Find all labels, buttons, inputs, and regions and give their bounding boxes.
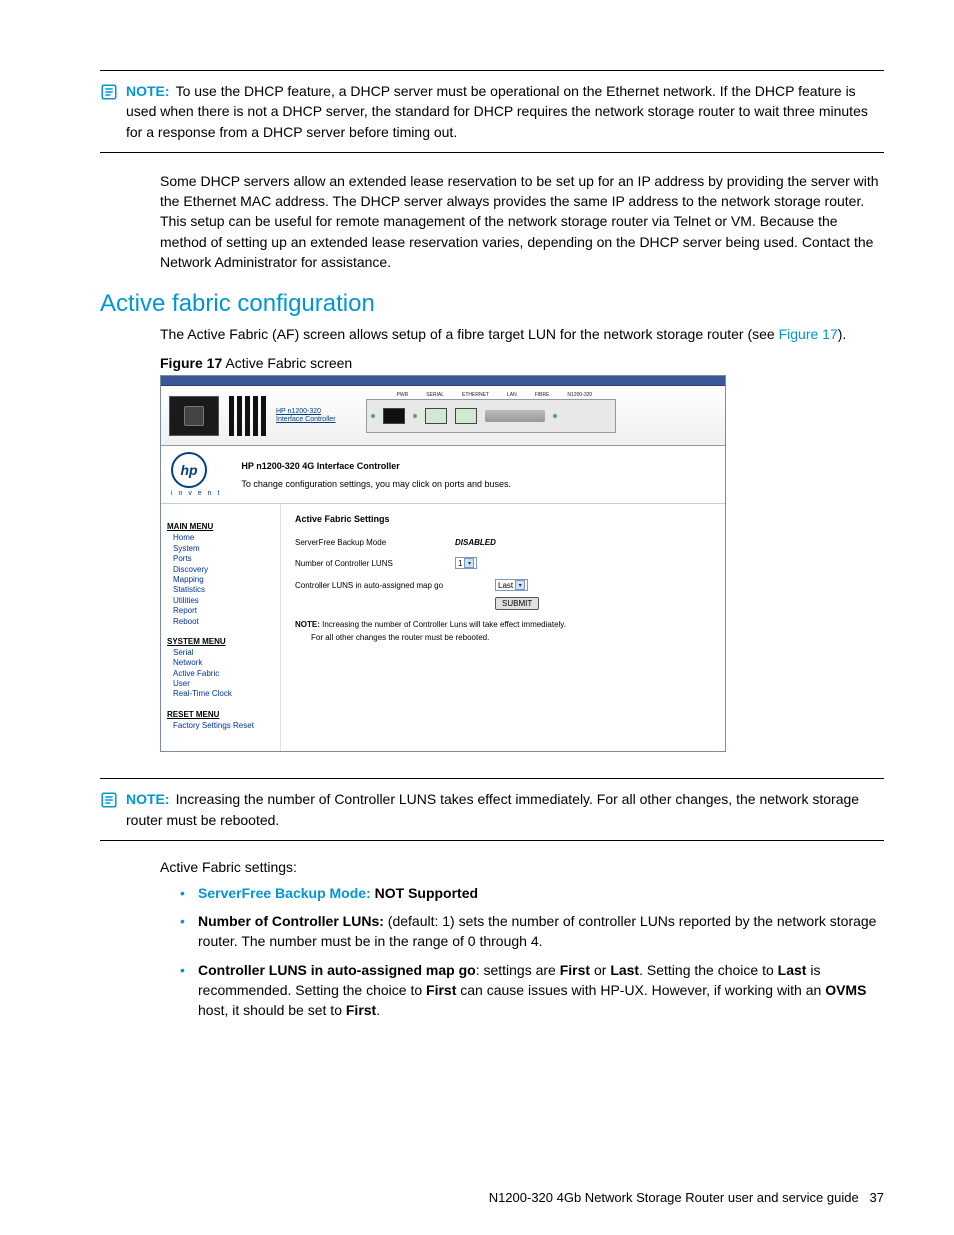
- note-text: NOTE:Increasing the number of Controller…: [126, 789, 884, 830]
- menu-factory-reset[interactable]: Factory Settings Reset: [173, 721, 274, 731]
- row-serverfree-value: DISABLED: [455, 538, 496, 547]
- menu-system[interactable]: System: [173, 544, 274, 554]
- ss-product-sub: To change configuration settings, you ma…: [241, 479, 511, 489]
- intro-a: The Active Fabric (AF) screen allows set…: [160, 326, 779, 342]
- menu-discovery[interactable]: Discovery: [173, 565, 274, 575]
- b2-label: Number of Controller LUNs:: [198, 913, 384, 929]
- ss-window-bar: [161, 376, 725, 386]
- ss-note-bold: NOTE:: [295, 620, 320, 629]
- menu-statistics[interactable]: Statistics: [173, 585, 274, 595]
- note-icon: [100, 791, 118, 809]
- note-body: Increasing the number of Controller LUNS…: [126, 791, 859, 827]
- bullet-serverfree: ServerFree Backup Mode: NOT Supported: [180, 883, 884, 903]
- note-text: NOTE:To use the DHCP feature, a DHCP ser…: [126, 81, 884, 142]
- menu-mapping[interactable]: Mapping: [173, 575, 274, 585]
- footer-page: 37: [870, 1190, 884, 1205]
- section-intro: The Active Fabric (AF) screen allows set…: [160, 324, 884, 345]
- bullet-luns: Number of Controller LUNs: (default: 1) …: [180, 911, 884, 952]
- menu-report[interactable]: Report: [173, 606, 274, 616]
- row-luns-label: Number of Controller LUNS: [295, 559, 455, 568]
- ss-note: NOTE: Increasing the number of Controlle…: [295, 620, 711, 629]
- b1-label: ServerFree Backup Mode:: [198, 885, 371, 901]
- ss-banner: HP n1200-320Interface Controller PWR SER…: [161, 386, 725, 446]
- settings-list: ServerFree Backup Mode: NOT Supported Nu…: [180, 883, 884, 1021]
- ss-product-title: HP n1200-320 4G Interface Controller: [241, 461, 511, 471]
- menu-serial[interactable]: Serial: [173, 648, 274, 658]
- menu-title-reset: RESET MENU: [167, 710, 274, 719]
- section-title: Active fabric configuration: [100, 290, 884, 318]
- chevron-down-icon: ▾: [464, 558, 474, 568]
- hp-invent-text: i n v e n t: [171, 490, 221, 497]
- ss-content: Active Fabric Settings ServerFree Backup…: [281, 504, 725, 751]
- ss-header-row: hp i n v e n t HP n1200-320 4G Interface…: [161, 446, 725, 504]
- b3-label: Controller LUNS in auto-assigned map go: [198, 962, 476, 978]
- note-label: NOTE:: [126, 83, 170, 99]
- settings-intro: Active Fabric settings:: [160, 859, 884, 875]
- mapgo-select-value: Last: [498, 581, 513, 590]
- bullet-mapgo: Controller LUNS in auto-assigned map go:…: [180, 960, 884, 1021]
- ss-content-title: Active Fabric Settings: [295, 514, 711, 524]
- ss-note-rest: Increasing the number of Controller Luns…: [320, 620, 566, 629]
- chevron-down-icon: ▾: [515, 580, 525, 590]
- note-icon: [100, 83, 118, 101]
- figure-link[interactable]: Figure 17: [779, 326, 838, 342]
- page-footer: N1200-320 4Gb Network Storage Router use…: [489, 1190, 884, 1205]
- menu-active-fabric[interactable]: Active Fabric: [173, 669, 274, 679]
- b1-value: NOT Supported: [371, 885, 478, 901]
- ss-note2: For all other changes the router must be…: [295, 633, 711, 642]
- mapgo-select[interactable]: Last ▾: [495, 579, 528, 591]
- luns-select[interactable]: 1 ▾: [455, 557, 477, 569]
- menu-ports[interactable]: Ports: [173, 554, 274, 564]
- menu-real-time-clock[interactable]: Real-Time Clock: [173, 689, 274, 699]
- submit-button[interactable]: SUBMIT: [495, 597, 539, 610]
- ss-banner-labels: HP n1200-320Interface Controller: [276, 408, 336, 423]
- note-body: To use the DHCP feature, a DHCP server m…: [126, 83, 868, 140]
- figure-caption: Figure 17 Active Fabric screen: [160, 355, 884, 371]
- menu-user[interactable]: User: [173, 679, 274, 689]
- row-serverfree-label: ServerFree Backup Mode: [295, 538, 455, 547]
- note-block-dhcp: NOTE:To use the DHCP feature, a DHCP ser…: [100, 81, 884, 142]
- row-mapgo-label: Controller LUNS in auto-assigned map go: [295, 581, 495, 590]
- paragraph-dhcp-lease: Some DHCP servers allow an extended leas…: [160, 171, 884, 272]
- figure-text: Active Fabric screen: [222, 355, 352, 371]
- hp-logo-icon: hp: [171, 452, 207, 488]
- menu-utilities[interactable]: Utilities: [173, 596, 274, 606]
- luns-select-value: 1: [458, 559, 462, 568]
- menu-title-main: MAIN MENU: [167, 522, 274, 531]
- figure-screenshot: HP n1200-320Interface Controller PWR SER…: [160, 375, 726, 752]
- note-label: NOTE:: [126, 791, 170, 807]
- menu-home[interactable]: Home: [173, 533, 274, 543]
- note-block-luns: NOTE:Increasing the number of Controller…: [100, 789, 884, 830]
- ss-bars: [229, 396, 266, 436]
- ss-sidebar: MAIN MENU Home System Ports Discovery Ma…: [161, 504, 281, 751]
- menu-title-system: SYSTEM MENU: [167, 637, 274, 646]
- menu-network[interactable]: Network: [173, 658, 274, 668]
- ss-rack-diagram: PWR SERIAL ETHERNET LAN FIBRE N1200-320: [366, 399, 616, 433]
- intro-b: ).: [838, 326, 847, 342]
- footer-text: N1200-320 4Gb Network Storage Router use…: [489, 1190, 859, 1205]
- menu-reboot[interactable]: Reboot: [173, 617, 274, 627]
- ss-device-thumb: [169, 396, 219, 436]
- figure-label: Figure 17: [160, 355, 222, 371]
